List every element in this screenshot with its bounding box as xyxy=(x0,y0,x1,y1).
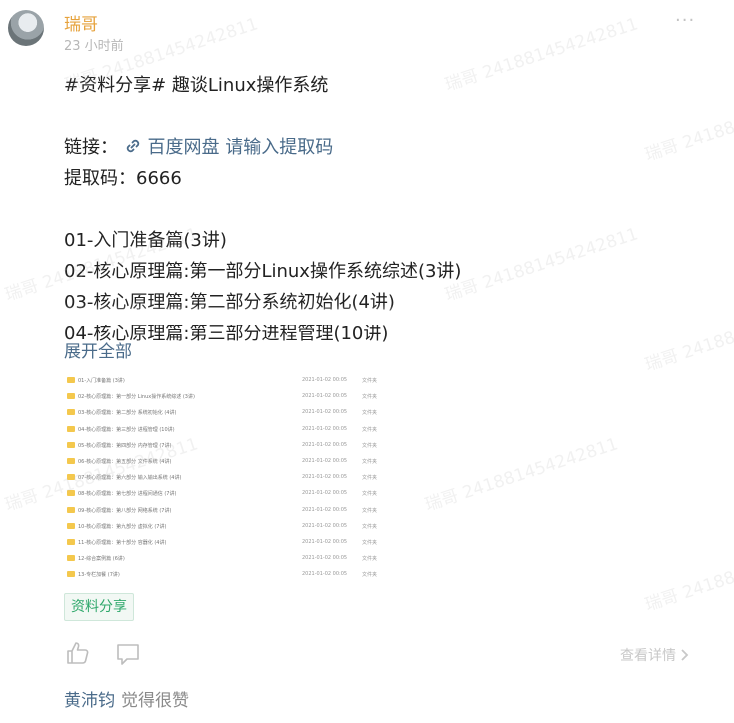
file-name: 12-综合案例篇 (6讲) xyxy=(78,556,125,563)
file-type: 文件夹 xyxy=(362,523,378,530)
file-type: 文件夹 xyxy=(362,410,378,417)
file-row: 05-核心原理篇：第四部分 内存管理 (7讲) 2021-01-02 00:05 文… xyxy=(64,437,388,453)
file-type: 文件夹 xyxy=(362,442,378,449)
file-row: 07-核心原理篇：第六部分 输入输出系统 (4讲) 2021-01-02 00:0… xyxy=(64,469,388,485)
folder-icon xyxy=(67,555,75,562)
file-date: 2021-01-02 00:05 xyxy=(302,506,348,513)
likers-line: 黄沛钧 觉得很赞 xyxy=(64,686,189,711)
attached-image-file-list[interactable]: 01-入门准备篇 (3讲) 2021-01-02 00:05 文件夹 02-核心原理篇… xyxy=(64,372,388,586)
avatar[interactable] xyxy=(8,10,44,46)
folder-icon xyxy=(67,441,75,448)
baidu-pan-link[interactable]: 百度网盘 请输入提取码 xyxy=(147,137,333,158)
file-name: 07-核心原理篇：第六部分 输入输出系统 (4讲) xyxy=(78,475,182,482)
file-name: 02-核心原理篇：第一部分 Linux操作系统综述 (3讲) xyxy=(78,394,195,401)
file-type: 文件夹 xyxy=(362,459,378,465)
folder-icon xyxy=(67,571,75,578)
topic-tag[interactable]: 资料分享 xyxy=(64,593,134,621)
folder-icon xyxy=(67,377,75,383)
folder-icon xyxy=(67,522,75,529)
expand-all-link[interactable]: 展开全部 xyxy=(64,337,132,362)
file-date: 2021-01-02 00:05 xyxy=(302,441,348,448)
folder-icon xyxy=(67,458,75,464)
file-date: 2021-01-02 00:05 xyxy=(302,490,348,497)
file-name: 13-专栏加餐 (7讲) xyxy=(78,572,120,579)
author-name[interactable]: 瑞哥 xyxy=(64,10,98,35)
file-date: 2021-01-02 00:05 xyxy=(302,555,348,562)
more-icon[interactable]: ··· xyxy=(675,10,695,31)
file-date: 2021-01-02 00:05 xyxy=(302,458,348,464)
file-type: 文件夹 xyxy=(362,491,378,498)
file-date: 2021-01-02 00:05 xyxy=(302,409,348,416)
folder-icon xyxy=(67,539,75,545)
file-name: 03-核心原理篇：第二部分 系统初始化 (4讲) xyxy=(78,410,177,417)
post-title: #资料分享# 趣谈Linux操作系统 xyxy=(64,75,329,96)
like-icon[interactable] xyxy=(65,640,91,666)
view-detail-link[interactable]: 查看详情 xyxy=(620,645,689,665)
link-line: 链接： 百度网盘 请输入提取码 xyxy=(64,132,704,163)
file-row: 04-核心原理篇：第三部分 进程管理 (10讲) 2021-01-02 00:05… xyxy=(64,421,388,437)
file-name: 08-核心原理篇：第七部分 进程间通信 (7讲) xyxy=(78,491,177,498)
file-row: 01-入门准备篇 (3讲) 2021-01-02 00:05 文件夹 xyxy=(64,372,388,388)
folder-icon xyxy=(67,506,75,513)
file-row: 09-核心原理篇：第八部分 网络系统 (7讲) 2021-01-02 00:05 文… xyxy=(64,502,388,518)
file-row: 11-核心原理篇：第十部分 容器化 (4讲) 2021-01-02 00:05 文件… xyxy=(64,534,388,550)
file-type: 文件夹 xyxy=(362,507,378,514)
liker-name[interactable]: 黄沛钧 xyxy=(64,691,115,711)
file-row: 13-专栏加餐 (7讲) 2021-01-02 00:05 文件夹 xyxy=(64,566,388,582)
file-date: 2021-01-02 00:05 xyxy=(302,539,348,545)
chapter-line: 02-核心原理篇:第一部分Linux操作系统综述(3讲) xyxy=(64,261,462,282)
file-date: 2021-01-02 00:05 xyxy=(302,377,348,383)
file-row: 03-核心原理篇：第二部分 系统初始化 (4讲) 2021-01-02 00:05… xyxy=(64,404,388,420)
folder-icon xyxy=(67,490,75,497)
file-date: 2021-01-02 00:05 xyxy=(302,425,348,432)
link-icon[interactable] xyxy=(124,137,148,158)
chevron-right-icon xyxy=(681,649,689,661)
file-name: 05-核心原理篇：第四部分 内存管理 (7讲) xyxy=(78,442,172,449)
link-label: 链接： xyxy=(64,137,118,158)
file-type: 文件夹 xyxy=(362,556,378,563)
file-date: 2021-01-02 00:05 xyxy=(302,571,348,578)
file-name: 01-入门准备篇 (3讲) xyxy=(78,378,125,384)
file-name: 04-核心原理篇：第三部分 进程管理 (10讲) xyxy=(78,426,175,433)
file-name: 09-核心原理篇：第八部分 网络系统 (7讲) xyxy=(78,507,172,514)
folder-icon xyxy=(67,393,75,400)
comment-icon[interactable] xyxy=(115,641,141,667)
folder-icon xyxy=(67,425,75,432)
file-date: 2021-01-02 00:05 xyxy=(302,393,348,400)
content-fade xyxy=(64,305,664,325)
file-row: 10-核心原理篇：第九部分 虚拟化 (7讲) 2021-01-02 00:05 文件… xyxy=(64,518,388,534)
file-type: 文件夹 xyxy=(362,475,378,482)
file-row: 08-核心原理篇：第七部分 进程间通信 (7讲) 2021-01-02 00:05… xyxy=(64,485,388,501)
watermark-text: 瑞哥 241881454242811 xyxy=(422,434,621,516)
post-time: 23 小时前 xyxy=(64,39,124,54)
file-type: 文件夹 xyxy=(362,378,378,384)
file-type: 文件夹 xyxy=(362,426,378,433)
chapter-line: 01-入门准备篇(3讲) xyxy=(64,230,227,251)
file-name: 06-核心原理篇：第五部分 文件系统 (4讲) xyxy=(78,459,172,465)
file-type: 文件夹 xyxy=(362,572,378,579)
file-name: 10-核心原理篇：第九部分 虚拟化 (7讲) xyxy=(78,523,167,530)
file-date: 2021-01-02 00:05 xyxy=(302,474,348,481)
folder-icon xyxy=(67,474,75,481)
file-name: 11-核心原理篇：第十部分 容器化 (4讲) xyxy=(78,540,167,546)
extract-code: 提取码：6666 xyxy=(64,168,182,189)
view-detail-label: 查看详情 xyxy=(620,648,676,664)
file-row: 02-核心原理篇：第一部分 Linux操作系统综述 (3讲) 2021-01-02… xyxy=(64,388,388,404)
file-row: 12-综合案例篇 (6讲) 2021-01-02 00:05 文件夹 xyxy=(64,550,388,566)
watermark-text: 瑞哥 241881454242811 xyxy=(642,534,734,616)
file-type: 文件夹 xyxy=(362,394,378,401)
likers-suffix: 觉得很赞 xyxy=(121,691,189,711)
folder-icon xyxy=(67,409,75,416)
file-type: 文件夹 xyxy=(362,540,378,546)
file-date: 2021-01-02 00:05 xyxy=(302,522,348,529)
file-row: 06-核心原理篇：第五部分 文件系统 (4讲) 2021-01-02 00:05 文… xyxy=(64,453,388,469)
